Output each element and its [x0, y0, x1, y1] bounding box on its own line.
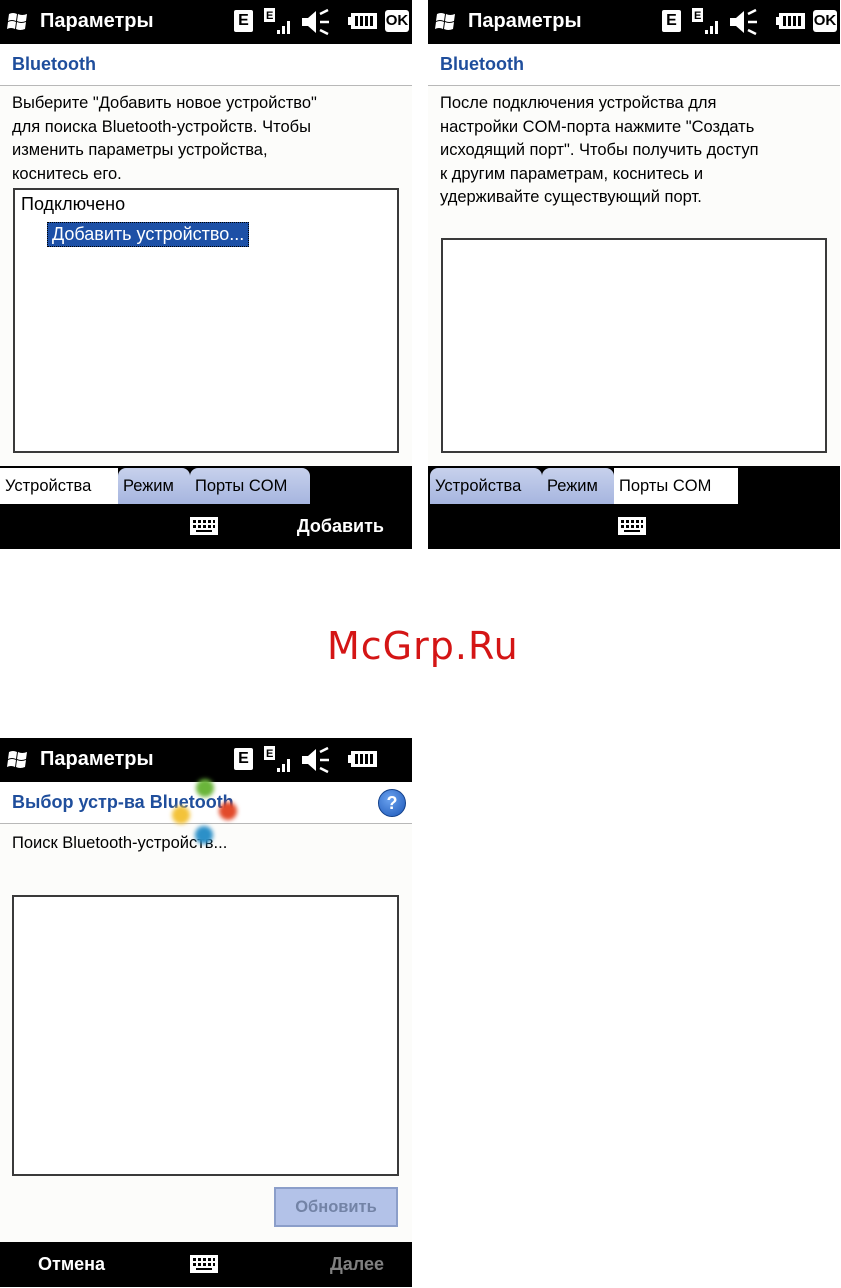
tab-devices[interactable]: Устройства: [0, 468, 118, 504]
softkey-bar: [428, 504, 840, 549]
title-bar: Параметры E E OK: [428, 0, 840, 44]
tab-devices[interactable]: Устройства: [430, 468, 542, 504]
softkey-bar: Отмена Далее: [0, 1242, 412, 1287]
device-search-list[interactable]: [12, 895, 399, 1176]
speaker-muted-icon[interactable]: [300, 746, 332, 774]
title-bar: Параметры E E: [0, 738, 412, 782]
spinner-dot-blue: [195, 826, 213, 844]
battery-icon[interactable]: [776, 11, 806, 31]
content-area: Поиск Bluetooth-устройств... Обновить: [0, 824, 412, 1242]
description-line: Выберите "Добавить новое устройство": [12, 94, 317, 112]
edge-e-icon: E: [234, 748, 253, 770]
screen-bluetooth-devices: Параметры E E OK Bluetooth Выберите "Доб…: [0, 0, 412, 549]
add-softkey[interactable]: Добавить: [297, 516, 384, 537]
titlebar-title: Параметры: [40, 748, 154, 770]
cancel-softkey[interactable]: Отмена: [38, 1254, 105, 1275]
edge-e-icon: E: [662, 10, 681, 32]
content-area: После подключения устройства для настрой…: [428, 86, 840, 466]
description-text: После подключения устройства для настрой…: [440, 92, 759, 210]
spinner-dot-yellow: [172, 806, 190, 824]
ok-button[interactable]: OK: [813, 10, 837, 32]
signal-icon[interactable]: E: [262, 6, 294, 36]
tab-mode[interactable]: Режим: [542, 468, 614, 504]
watermark-text: McGrp.Ru: [327, 624, 519, 668]
description-line: настройки COM-порта нажмите "Создать: [440, 117, 755, 136]
title-bar: Параметры E E OK: [0, 0, 412, 44]
titlebar-title: Параметры: [40, 10, 154, 32]
description-line: к другим параметрам, коснитесь и: [440, 164, 704, 183]
svg-text:E: E: [266, 748, 273, 760]
content-area: Выберите "Добавить новое устройство" для…: [0, 86, 412, 466]
help-icon[interactable]: ?: [378, 789, 406, 817]
screen-com-ports: Параметры E E OK Bluetooth После подключ…: [428, 0, 840, 549]
page-title: Bluetooth: [12, 54, 96, 74]
tab-mode[interactable]: Режим: [118, 468, 190, 504]
ok-button[interactable]: OK: [385, 10, 409, 32]
edge-e-icon: E: [234, 10, 253, 32]
battery-icon[interactable]: [348, 11, 378, 31]
softkey-bar: Добавить: [0, 504, 412, 549]
keyboard-icon[interactable]: [190, 517, 218, 535]
titlebar-title: Параметры: [468, 10, 582, 32]
refresh-button[interactable]: Обновить: [274, 1187, 398, 1227]
description-text: Выберите "Добавить новое устройство" для…: [12, 92, 317, 186]
screen-select-device: Параметры E E Выбор устр-ва Bluetooth ? …: [0, 738, 412, 1288]
add-device-item[interactable]: Добавить устройство...: [47, 222, 250, 247]
svg-text:E: E: [694, 10, 701, 22]
spinner-dot-red: [219, 802, 237, 820]
page-header: Bluetooth: [428, 44, 840, 86]
tree-group-connected[interactable]: Подключено: [21, 194, 125, 215]
tab-strip: Устройства Режим Порты COM: [0, 466, 412, 504]
tab-com-ports[interactable]: Порты COM: [614, 468, 738, 504]
page-header: Bluetooth: [0, 44, 412, 86]
spinner-dot-green: [196, 779, 214, 797]
description-line: удерживайте существующий порт.: [440, 188, 702, 206]
tab-strip: Устройства Режим Порты COM: [428, 466, 840, 504]
windows-flag-icon[interactable]: [6, 747, 32, 773]
speaker-muted-icon[interactable]: [728, 8, 760, 36]
next-softkey[interactable]: Далее: [330, 1254, 384, 1275]
signal-icon[interactable]: E: [262, 744, 294, 774]
keyboard-icon[interactable]: [618, 517, 646, 535]
description-line: коснитесь его.: [12, 164, 122, 183]
windows-flag-icon[interactable]: [434, 9, 460, 35]
speaker-muted-icon[interactable]: [300, 8, 332, 36]
description-line: для поиска Bluetooth-устройств. Чтобы: [12, 117, 311, 136]
svg-text:E: E: [266, 10, 273, 22]
signal-icon[interactable]: E: [690, 6, 722, 36]
battery-icon[interactable]: [348, 749, 378, 769]
windows-flag-icon[interactable]: [6, 9, 32, 35]
keyboard-icon[interactable]: [190, 1255, 218, 1273]
com-port-list[interactable]: [441, 238, 827, 453]
description-line: После подключения устройства для: [440, 94, 717, 112]
device-list[interactable]: Подключено Добавить устройство...: [13, 188, 399, 453]
tab-com-ports[interactable]: Порты COM: [190, 468, 310, 504]
description-line: изменить параметры устройства,: [12, 141, 268, 159]
description-line: исходящий порт". Чтобы получить доступ: [440, 141, 759, 159]
page-title: Bluetooth: [440, 54, 524, 74]
